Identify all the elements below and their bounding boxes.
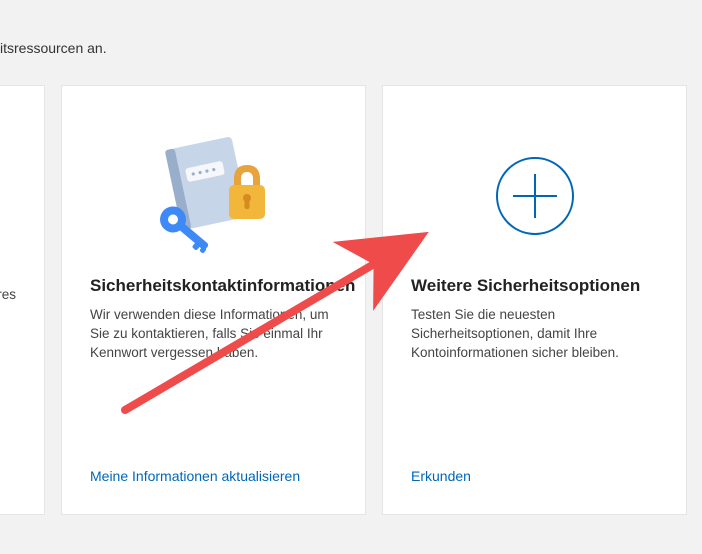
- cards-row: keres: [0, 85, 687, 515]
- page-header-fragment: itsressourcen an.: [0, 40, 107, 56]
- more-options-illustration: [383, 86, 686, 276]
- card-partial-desc: keres: [0, 286, 16, 305]
- card-partial-illustration: [0, 86, 44, 276]
- more-options-link[interactable]: Erkunden: [411, 468, 471, 484]
- security-contact-desc: Wir verwenden diese Informationen, um Si…: [90, 306, 337, 363]
- notebook-lock-key-icon: [139, 131, 289, 261]
- card-more-options[interactable]: Weitere Sicherheitsoptionen Testen Sie d…: [382, 85, 687, 515]
- more-options-desc: Testen Sie die neuesten Sicherheitsoptio…: [411, 306, 658, 363]
- card-security-contact[interactable]: Sicherheitskontaktinformationen Wir verw…: [61, 85, 366, 515]
- security-contact-illustration: [62, 86, 365, 276]
- more-options-title: Weitere Sicherheitsoptionen: [411, 276, 658, 296]
- security-contact-link[interactable]: Meine Informationen aktualisieren: [90, 468, 300, 484]
- plus-circle-icon: [485, 146, 585, 246]
- security-contact-title: Sicherheitskontaktinformationen: [90, 276, 337, 296]
- card-partial: keres: [0, 85, 45, 515]
